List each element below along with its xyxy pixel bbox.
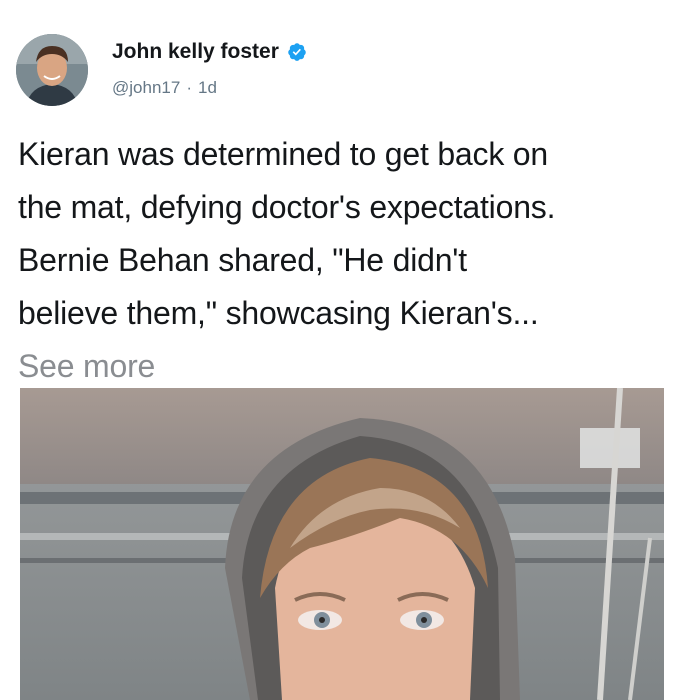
post-header: John kelly foster @john17 · 1d [16, 34, 676, 114]
post-body: Kieran was determined to get back on the… [18, 128, 688, 393]
post-meta: @john17 · 1d [112, 78, 217, 98]
author-name[interactable]: John kelly foster [112, 40, 279, 64]
post-timestamp[interactable]: 1d [198, 78, 217, 98]
verified-badge-icon [287, 42, 307, 62]
post-body-line: Kieran was determined to get back on [18, 136, 549, 172]
author-handle[interactable]: @john17 [112, 78, 180, 98]
meta-separator: · [186, 78, 192, 97]
avatar-photo [16, 34, 88, 106]
author-avatar[interactable] [16, 34, 88, 106]
see-more-link[interactable]: See more [18, 340, 688, 393]
post-body-line: the mat, defying doctor's expectations. [18, 189, 556, 225]
post-media-image[interactable] [20, 388, 664, 700]
author-name-row: John kelly foster [112, 40, 307, 64]
post-body-line: Bernie Behan shared, "He didn't [18, 242, 467, 278]
post-body-line: believe them," showcasing Kieran's... [18, 295, 539, 331]
selfie-photo [20, 388, 664, 700]
